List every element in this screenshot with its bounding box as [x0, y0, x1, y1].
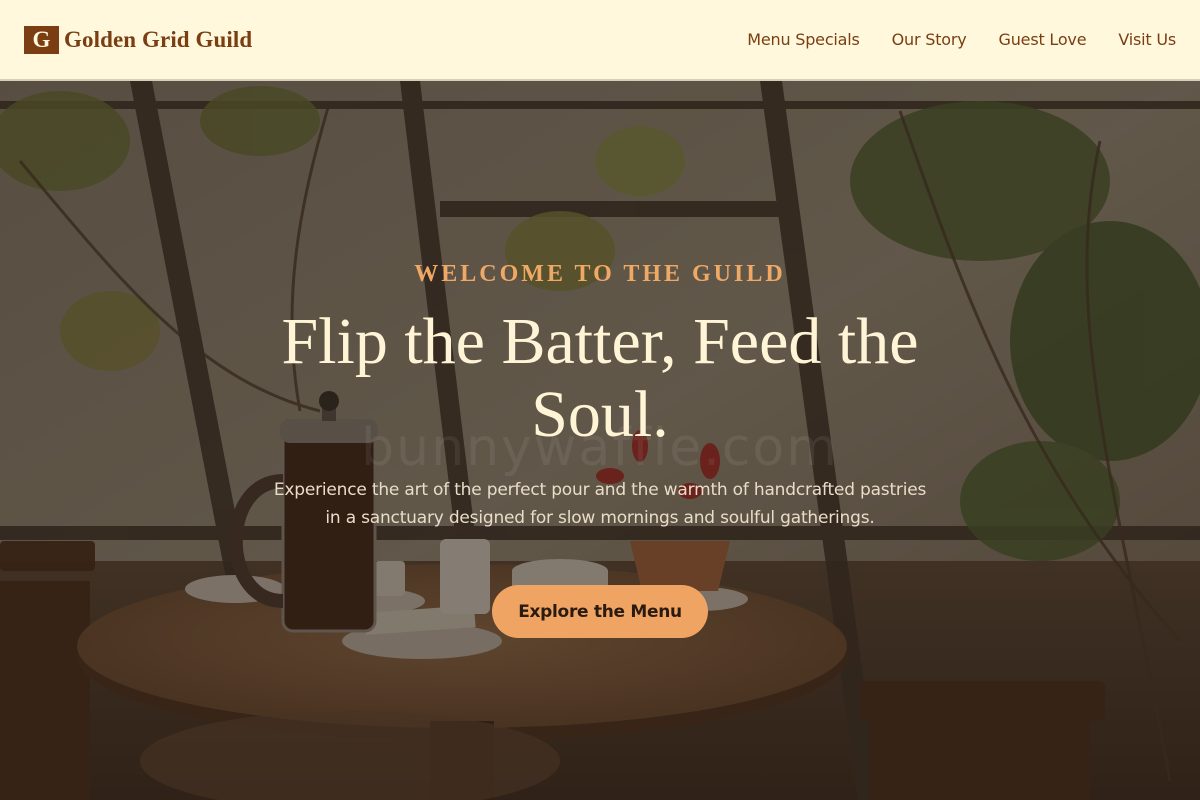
brand-mark-icon: G [24, 25, 59, 54]
nav-link-visit-us[interactable]: Visit Us [1118, 30, 1176, 49]
hero-content: WELCOME TO THE GUILD Flip the Batter, Fe… [0, 81, 1200, 800]
hero-eyebrow: WELCOME TO THE GUILD [414, 261, 786, 287]
nav-link-our-story[interactable]: Our Story [892, 30, 967, 49]
hero-section: bunnywaffle.com WELCOME TO THE GUILD Fli… [0, 81, 1200, 800]
nav-link-menu-specials[interactable]: Menu Specials [747, 30, 860, 49]
nav-link-guest-love[interactable]: Guest Love [999, 30, 1087, 49]
main-nav: Menu Specials Our Story Guest Love Visit… [747, 30, 1176, 49]
hero-title: Flip the Batter, Feed the Soul. [281, 305, 919, 451]
explore-menu-button[interactable]: Explore the Menu [492, 585, 708, 638]
brand-logo-link[interactable]: G Golden Grid Guild [24, 25, 253, 54]
brand-name: Golden Grid Guild [64, 26, 253, 52]
site-header: G Golden Grid Guild Menu Specials Our St… [0, 0, 1200, 81]
hero-subtitle: Experience the art of the perfect pour a… [273, 480, 927, 528]
